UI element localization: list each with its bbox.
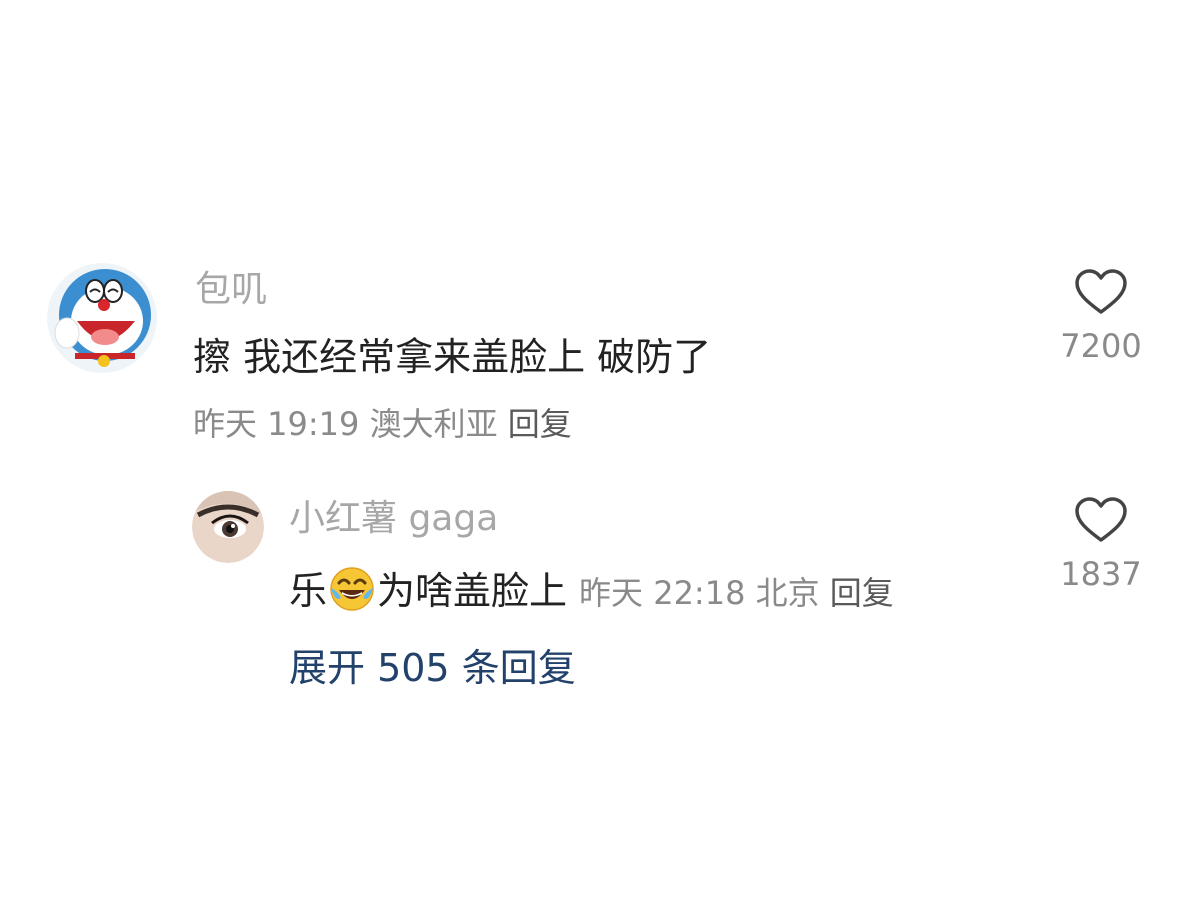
comment-meta: 昨天 19:19 澳大利亚 回复 — [193, 408, 572, 440]
heart-icon — [1075, 497, 1127, 542]
expand-replies-link[interactable]: 展开 505 条回复 — [289, 649, 576, 687]
commenter-avatar[interactable] — [47, 263, 157, 373]
comment-location: 澳大利亚 — [369, 405, 498, 443]
comment-like-count: 7200 — [1060, 327, 1142, 365]
eye-closeup-avatar-icon — [192, 491, 264, 563]
comment-text: 擦 我还经常拿来盖脸上 破防了 — [193, 335, 712, 379]
replier-username[interactable]: 小红薯 gaga — [289, 501, 498, 537]
commenter-username[interactable]: 包叽 — [195, 272, 267, 308]
heart-icon — [1075, 269, 1127, 314]
doraemon-avatar-icon — [47, 263, 157, 373]
replier-avatar[interactable] — [192, 491, 264, 563]
reply-text-before: 乐 — [289, 569, 328, 613]
reply-text-after: 为啥盖脸上 — [377, 569, 568, 613]
reply-like-count: 1837 — [1060, 555, 1142, 593]
reply-meta: 昨天 22:18 北京 回复 — [579, 574, 894, 612]
comment-reply-button[interactable]: 回复 — [508, 405, 572, 443]
reply-text: 乐 为啥盖脸上 昨天 22:18 北京 回复 — [289, 566, 894, 612]
reply-location: 北京 — [755, 574, 820, 612]
face-with-tears-of-joy-icon — [330, 567, 374, 611]
reply-reply-button[interactable]: 回复 — [830, 574, 894, 612]
reply-like-button[interactable]: 1837 — [1046, 496, 1156, 590]
comment-time: 昨天 19:19 — [193, 405, 360, 443]
comment-like-button[interactable]: 7200 — [1046, 268, 1156, 362]
reply-time: 昨天 22:18 — [579, 574, 746, 612]
